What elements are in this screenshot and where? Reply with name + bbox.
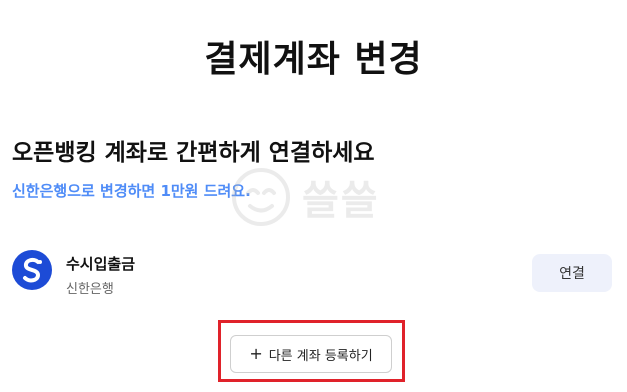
bank-name: 신한은행 [66, 282, 114, 297]
add-other-account-button[interactable]: + 다른 계좌 등록하기 [230, 335, 392, 373]
account-name: 수시입출금 [66, 255, 136, 273]
shinhan-logo-icon [12, 250, 52, 290]
add-other-account-label: 다른 계좌 등록하기 [268, 348, 373, 364]
watermark-text: 쓸쓸 [302, 178, 380, 224]
promo-subtext: 신한은행으로 변경하면 1만원 드려요. [12, 182, 251, 200]
account-row: 수시입출금 신한은행 연결 [12, 248, 612, 298]
connect-button[interactable]: 연결 [532, 254, 612, 292]
plus-icon: + [249, 344, 263, 363]
page-title: 결제계좌 변경 [204, 39, 423, 80]
watermark: 쓸쓸 [230, 166, 380, 228]
promo-heading: 오픈뱅킹 계좌로 간편하게 연결하세요 [12, 140, 375, 166]
